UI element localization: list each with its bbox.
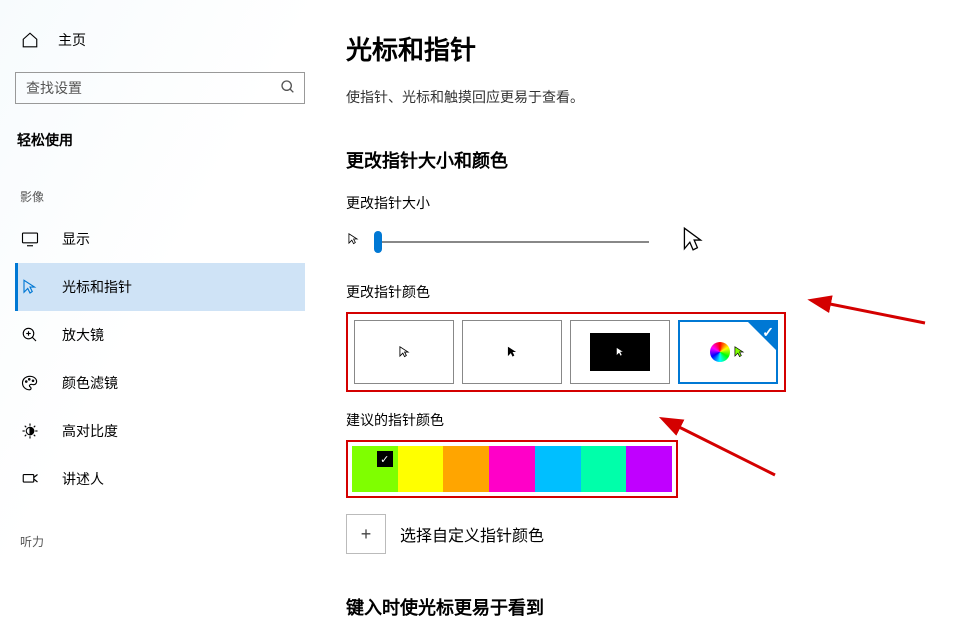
nav-label: 讲述人 — [62, 469, 104, 489]
nav-label: 光标和指针 — [62, 277, 132, 297]
custom-color-label: 选择自定义指针颜色 — [400, 522, 544, 546]
home-button[interactable]: 主页 — [15, 30, 305, 50]
nav-cursor-pointer[interactable]: 光标和指针 — [15, 263, 305, 311]
nav-display[interactable]: 显示 — [15, 215, 305, 263]
check-icon: ✓ — [762, 324, 774, 341]
subheading-size-color: 更改指针大小和颜色 — [346, 147, 972, 173]
suggested-colors-row — [352, 446, 672, 492]
pointer-color-custom[interactable]: ✓ — [678, 320, 778, 384]
sidebar: 主页 轻松使用 影像 显示 光标和指针 放大镜 颜色滤镜 — [0, 0, 320, 581]
swatch-check-icon — [377, 451, 393, 467]
pointer-color-black[interactable] — [462, 320, 562, 384]
pointer-size-slider[interactable] — [374, 241, 649, 243]
nav-label: 放大镜 — [62, 325, 104, 345]
nav-high-contrast[interactable]: 高对比度 — [15, 407, 305, 455]
plus-icon: + — [361, 524, 372, 545]
palette-icon — [20, 374, 40, 392]
nav-magnifier[interactable]: 放大镜 — [15, 311, 305, 359]
suggested-colors-highlight — [346, 440, 678, 498]
nav-color-filter[interactable]: 颜色滤镜 — [15, 359, 305, 407]
swatch-magenta[interactable] — [489, 446, 535, 492]
slider-thumb[interactable] — [374, 231, 382, 253]
magnifier-icon — [20, 326, 40, 344]
annotation-arrow-1 — [810, 298, 930, 343]
search-box[interactable] — [15, 72, 305, 104]
subheading-typing-cursor: 键入时使光标更易于看到 — [346, 594, 972, 620]
nav-label: 颜色滤镜 — [62, 373, 118, 393]
suggested-label: 建议的指针颜色 — [346, 410, 972, 430]
size-label: 更改指针大小 — [346, 193, 972, 213]
narrator-icon — [20, 470, 40, 488]
cursor-icon — [20, 278, 40, 296]
custom-color-row: + 选择自定义指针颜色 — [346, 514, 972, 554]
home-icon — [20, 31, 40, 49]
small-cursor-icon — [346, 230, 360, 253]
search-icon — [280, 79, 296, 100]
swatch-cyan[interactable] — [535, 446, 581, 492]
page-title: 光标和指针 — [346, 30, 972, 67]
color-wheel-icon — [710, 342, 730, 362]
main-content: 光标和指针 使指针、光标和触摸回应更易于查看。 更改指针大小和颜色 更改指针大小… — [320, 0, 972, 581]
swatch-turquoise[interactable] — [581, 446, 627, 492]
swatch-lime[interactable] — [352, 446, 398, 492]
swatch-orange[interactable] — [443, 446, 489, 492]
add-custom-color-button[interactable]: + — [346, 514, 386, 554]
section-vision: 影像 — [15, 188, 305, 205]
nav-narrator[interactable]: 讲述人 — [15, 455, 305, 503]
color-options-highlight: ✓ — [346, 312, 786, 392]
page-description: 使指针、光标和触摸回应更易于查看。 — [346, 87, 972, 107]
search-input[interactable] — [16, 73, 304, 103]
pointer-color-options: ✓ — [354, 320, 778, 384]
large-cursor-icon — [663, 223, 705, 260]
annotation-arrow-2 — [660, 420, 780, 485]
swatch-yellow[interactable] — [398, 446, 444, 492]
nav-label: 显示 — [62, 229, 90, 249]
monitor-icon — [20, 230, 40, 248]
pointer-size-slider-row — [346, 223, 972, 260]
pointer-color-white[interactable] — [354, 320, 454, 384]
home-label: 主页 — [58, 30, 86, 50]
pointer-color-inverted[interactable] — [570, 320, 670, 384]
category-label: 轻松使用 — [15, 130, 305, 150]
contrast-icon — [20, 422, 40, 440]
nav-label: 高对比度 — [62, 421, 118, 441]
section-hearing: 听力 — [15, 533, 305, 550]
